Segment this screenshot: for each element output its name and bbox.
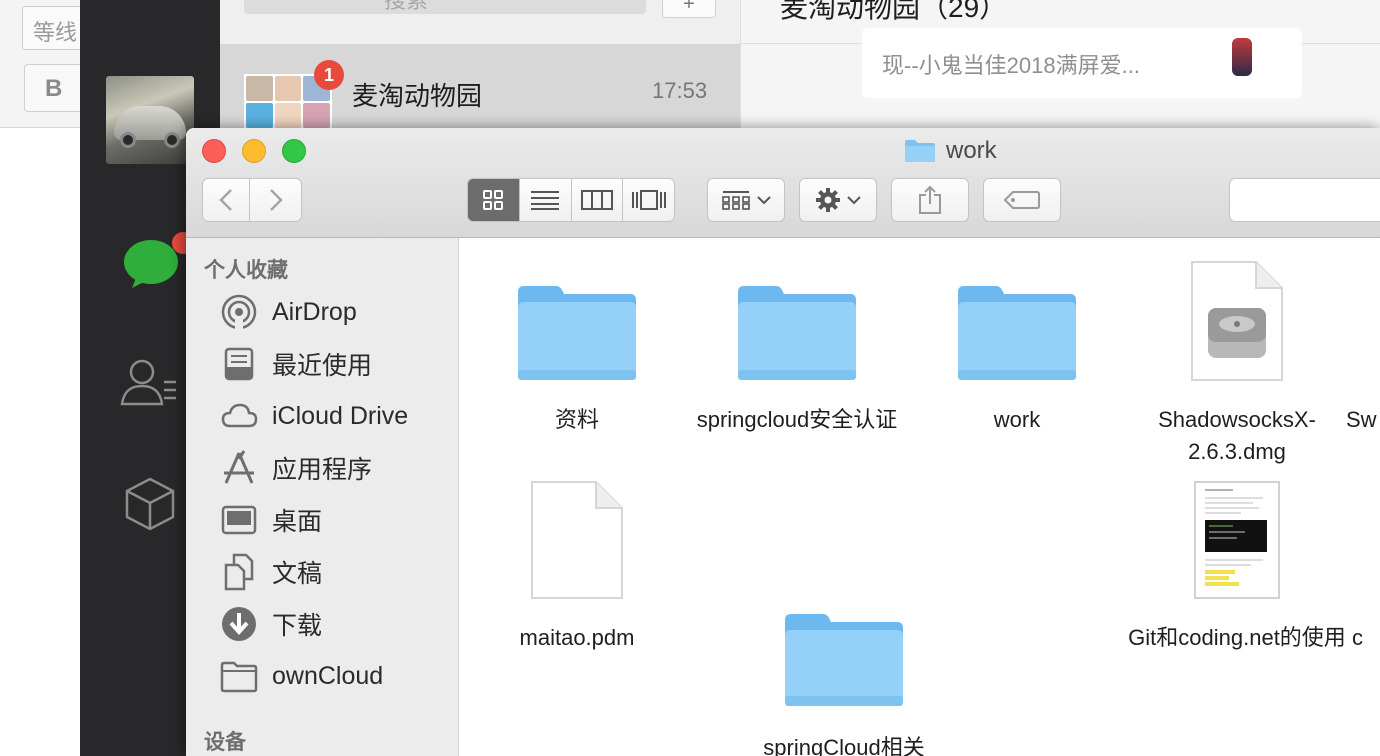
search-input[interactable]: 搜索 bbox=[244, 0, 646, 14]
folder-icon bbox=[738, 286, 856, 380]
column-view-button[interactable] bbox=[570, 179, 623, 221]
conversation-title: 麦淘动物园（29） bbox=[780, 0, 1008, 23]
file-grid: 资料 springcloud安全认证 work ShadowsocksX-2.6… bbox=[460, 238, 1380, 756]
file-item[interactable]: 资料 bbox=[467, 252, 687, 436]
sidebar-item-desktop[interactable]: 桌面 bbox=[220, 500, 322, 540]
shared-link-text: 现--小鬼当佳2018满屏爱... bbox=[882, 53, 1140, 78]
chevron-down-icon bbox=[847, 196, 861, 205]
file-item[interactable]: ShadowsocksX-2.6.3.dmg bbox=[1127, 252, 1347, 468]
sidebar-item-label: 桌面 bbox=[272, 508, 323, 536]
share-icon bbox=[919, 185, 941, 214]
file-name: ShadowsocksX-2.6.3.dmg bbox=[1158, 407, 1316, 464]
window-title: work bbox=[904, 136, 997, 166]
document-icon bbox=[531, 481, 623, 599]
chevron-down-icon bbox=[757, 196, 771, 205]
file-item[interactable]: c bbox=[1322, 476, 1380, 654]
icloud-icon bbox=[221, 403, 258, 428]
sidebar-item-icloud-drive[interactable]: iCloud Drive bbox=[220, 396, 408, 436]
airdrop-icon bbox=[221, 294, 257, 331]
file-name: work bbox=[993, 407, 1041, 432]
chat-time: 17:53 bbox=[652, 78, 708, 103]
sidebar-item-owncloud[interactable]: ownCloud bbox=[220, 656, 383, 696]
file-item[interactable]: springcloud安全认证 bbox=[687, 252, 907, 436]
file-item[interactable]: Git和coding.net的使用 bbox=[1127, 476, 1347, 654]
shared-link-thumbnail bbox=[1202, 34, 1282, 78]
file-name: springcloud安全认证 bbox=[696, 407, 898, 432]
sidebar-item-airdrop[interactable]: AirDrop bbox=[220, 292, 357, 332]
sidebar-item-label: iCloud Drive bbox=[272, 401, 409, 430]
file-name: c bbox=[1352, 625, 1363, 650]
forward-button[interactable] bbox=[250, 178, 302, 222]
gallery-view-icon bbox=[631, 190, 666, 210]
downloads-icon bbox=[222, 607, 256, 641]
desktop-icon bbox=[221, 505, 257, 535]
icon-view-icon bbox=[483, 190, 504, 210]
list-view-button[interactable] bbox=[518, 179, 571, 221]
disk-image-icon bbox=[1191, 261, 1283, 381]
arrange-icon bbox=[722, 191, 750, 210]
chevron-right-icon bbox=[269, 189, 283, 211]
favorites-heading: 个人收藏 bbox=[204, 259, 288, 282]
bold-button[interactable]: B bbox=[24, 64, 86, 112]
sidebar-item-label: AirDrop bbox=[272, 297, 357, 326]
contacts-icon[interactable] bbox=[118, 356, 180, 408]
file-name: maitao.pdm bbox=[519, 625, 635, 650]
action-button[interactable] bbox=[799, 178, 877, 222]
finder-search-field[interactable] bbox=[1229, 178, 1380, 222]
file-name: 资料 bbox=[554, 407, 599, 432]
file-item[interactable]: springCloud相关 bbox=[734, 612, 954, 756]
file-item[interactable]: work bbox=[907, 252, 1127, 436]
gallery-view-button[interactable] bbox=[622, 179, 674, 221]
folder-icon bbox=[905, 140, 935, 162]
sidebar-item-applications[interactable]: 应用程序 bbox=[220, 448, 372, 488]
chat-icon[interactable] bbox=[122, 238, 180, 290]
folder-icon bbox=[785, 614, 903, 706]
sidebar-item-label: 最近使用 bbox=[272, 352, 373, 380]
finder-toolbar: work bbox=[186, 128, 1380, 238]
sidebar-item-downloads[interactable]: 下载 bbox=[220, 604, 322, 644]
folder-icon bbox=[958, 286, 1076, 380]
file-name: Sw bbox=[1346, 407, 1377, 432]
column-view-icon bbox=[580, 190, 613, 210]
minimize-window-button[interactable] bbox=[242, 139, 266, 163]
document-preview-icon bbox=[1194, 481, 1280, 599]
folder-icon bbox=[220, 661, 258, 693]
sidebar-item-label: ownCloud bbox=[272, 661, 384, 690]
gear-icon bbox=[816, 188, 840, 212]
devices-heading: 设备 bbox=[204, 731, 246, 754]
recents-icon bbox=[224, 347, 254, 381]
mini-programs-icon[interactable] bbox=[124, 476, 176, 532]
chat-name: 麦淘动物园 bbox=[352, 81, 483, 111]
folder-icon bbox=[518, 286, 636, 380]
close-window-button[interactable] bbox=[202, 139, 226, 163]
sidebar-item-label: 下载 bbox=[272, 612, 323, 640]
icon-view-button[interactable] bbox=[468, 179, 519, 221]
file-item[interactable]: maitao.pdm bbox=[467, 476, 687, 654]
sidebar-item-recents[interactable]: 最近使用 bbox=[220, 344, 372, 384]
arrange-button[interactable] bbox=[707, 178, 785, 222]
file-name: springCloud相关 bbox=[763, 735, 925, 756]
view-mode-control[interactable] bbox=[467, 178, 675, 222]
share-button[interactable] bbox=[891, 178, 969, 222]
back-button[interactable] bbox=[202, 178, 250, 222]
list-view-icon bbox=[531, 191, 560, 210]
add-chat-button[interactable]: + bbox=[662, 0, 716, 18]
documents-icon bbox=[224, 553, 254, 591]
finder-window: work 个人收藏 AirDrop 最近使用 iCloud Drive 应用程序… bbox=[186, 128, 1380, 756]
tags-button[interactable] bbox=[983, 178, 1061, 222]
window-title-text: work bbox=[946, 137, 997, 164]
sidebar-item-label: 应用程序 bbox=[272, 456, 373, 484]
sidebar-item-label: 文稿 bbox=[272, 560, 323, 588]
applications-icon bbox=[224, 450, 254, 484]
editor-window bbox=[0, 0, 80, 756]
file-name: Git和coding.net的使用 bbox=[1128, 625, 1346, 650]
finder-sidebar: 个人收藏 AirDrop 最近使用 iCloud Drive 应用程序 桌面 文… bbox=[186, 238, 459, 756]
avatar[interactable] bbox=[106, 76, 194, 164]
chevron-left-icon bbox=[219, 189, 232, 211]
unread-badge: 1 bbox=[314, 60, 344, 90]
file-item[interactable]: Sw bbox=[1322, 252, 1380, 436]
tag-icon bbox=[1003, 191, 1040, 209]
sidebar-item-documents[interactable]: 文稿 bbox=[220, 552, 322, 592]
zoom-window-button[interactable] bbox=[282, 139, 306, 163]
